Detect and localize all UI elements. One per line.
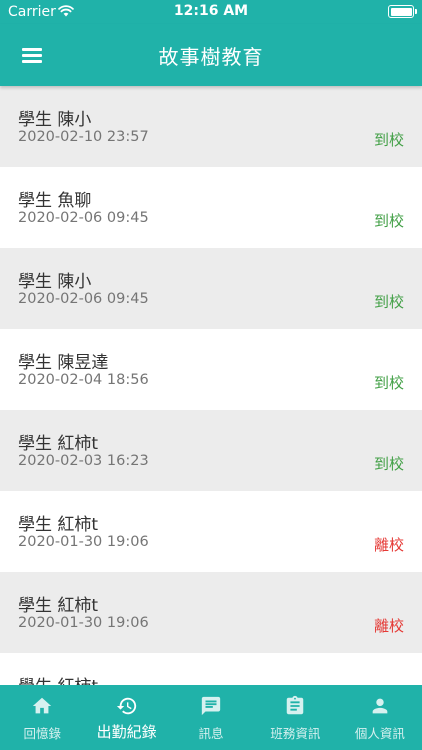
student-name: 學生 紅柿t bbox=[18, 434, 99, 454]
record-row[interactable]: 學生 陳小 2020-02-10 23:57 到校 bbox=[0, 86, 422, 167]
bottom-nav: 回憶錄 出勤紀錄 訊息 班務資訊 個人資訊 bbox=[0, 685, 422, 750]
record-time: 2020-01-30 19:06 bbox=[18, 534, 149, 550]
student-name: 學生 魚聊 bbox=[18, 191, 92, 211]
status-label: 到校 bbox=[373, 455, 404, 473]
record-time: 2020-02-06 09:45 bbox=[18, 210, 149, 226]
battery-icon bbox=[388, 5, 417, 18]
record-time: 2020-02-10 23:57 bbox=[18, 129, 149, 145]
page-title: 故事樹教育 bbox=[158, 45, 264, 69]
record-time: 2020-02-03 16:23 bbox=[18, 453, 149, 469]
record-time: 2020-02-04 18:56 bbox=[18, 372, 149, 388]
student-name: 學生 陳小 bbox=[18, 272, 92, 292]
tab-memoirs[interactable]: 回憶錄 bbox=[0, 685, 84, 750]
history-icon bbox=[116, 697, 136, 715]
student-name: 學生 陳昱達 bbox=[18, 353, 109, 373]
tab-attendance[interactable]: 出勤紀錄 bbox=[84, 685, 168, 750]
status-time: 12:16 AM bbox=[173, 3, 249, 19]
tab-class-info[interactable]: 班務資訊 bbox=[253, 685, 337, 750]
app-header: 故事樹教育 bbox=[0, 24, 422, 86]
record-row[interactable]: 學生 紅柿t 2020-01-30 19:06 離校 bbox=[0, 491, 422, 572]
status-label: 離校 bbox=[373, 617, 404, 635]
record-time: 2020-01-30 19:06 bbox=[18, 615, 149, 631]
status-label: 到校 bbox=[373, 374, 404, 392]
tab-label: 訊息 bbox=[198, 726, 224, 741]
record-row[interactable]: 學生 紅柿t 2020-02-03 16:23 到校 bbox=[0, 410, 422, 491]
record-time: 2020-02-06 09:45 bbox=[18, 291, 149, 307]
record-row[interactable]: 學生 紅柿t bbox=[0, 653, 422, 685]
person-icon bbox=[372, 698, 388, 714]
record-row[interactable]: 學生 魚聊 2020-02-06 09:45 到校 bbox=[0, 167, 422, 248]
student-name: 學生 紅柿t bbox=[18, 596, 99, 616]
record-row[interactable]: 學生 紅柿t 2020-01-30 19:06 離校 bbox=[0, 572, 422, 653]
chat-icon bbox=[201, 696, 221, 716]
tab-messages[interactable]: 訊息 bbox=[169, 685, 253, 750]
student-name: 學生 紅柿t bbox=[18, 515, 99, 535]
status-bar: Carrier 12:16 AM bbox=[0, 0, 422, 24]
attendance-record-list[interactable]: 學生 陳小 2020-02-10 23:57 到校 學生 魚聊 2020-02-… bbox=[0, 86, 422, 685]
tab-label: 個人資訊 bbox=[354, 726, 405, 741]
status-label: 到校 bbox=[373, 131, 404, 149]
tab-label: 回憶錄 bbox=[23, 726, 61, 741]
tab-label: 出勤紀錄 bbox=[96, 723, 157, 741]
status-label: 到校 bbox=[373, 293, 404, 311]
tab-label: 班務資訊 bbox=[270, 726, 321, 741]
student-name: 學生 陳小 bbox=[18, 110, 92, 130]
record-row[interactable]: 學生 陳昱達 2020-02-04 18:56 到校 bbox=[0, 329, 422, 410]
record-row[interactable]: 學生 陳小 2020-02-06 09:45 到校 bbox=[0, 248, 422, 329]
status-label: 離校 bbox=[373, 536, 404, 554]
home-icon bbox=[33, 697, 52, 714]
tab-personal-info[interactable]: 個人資訊 bbox=[338, 685, 422, 750]
student-name: 學生 紅柿t bbox=[18, 672, 98, 685]
status-label: 到校 bbox=[373, 212, 404, 230]
clipboard-icon bbox=[287, 695, 304, 715]
